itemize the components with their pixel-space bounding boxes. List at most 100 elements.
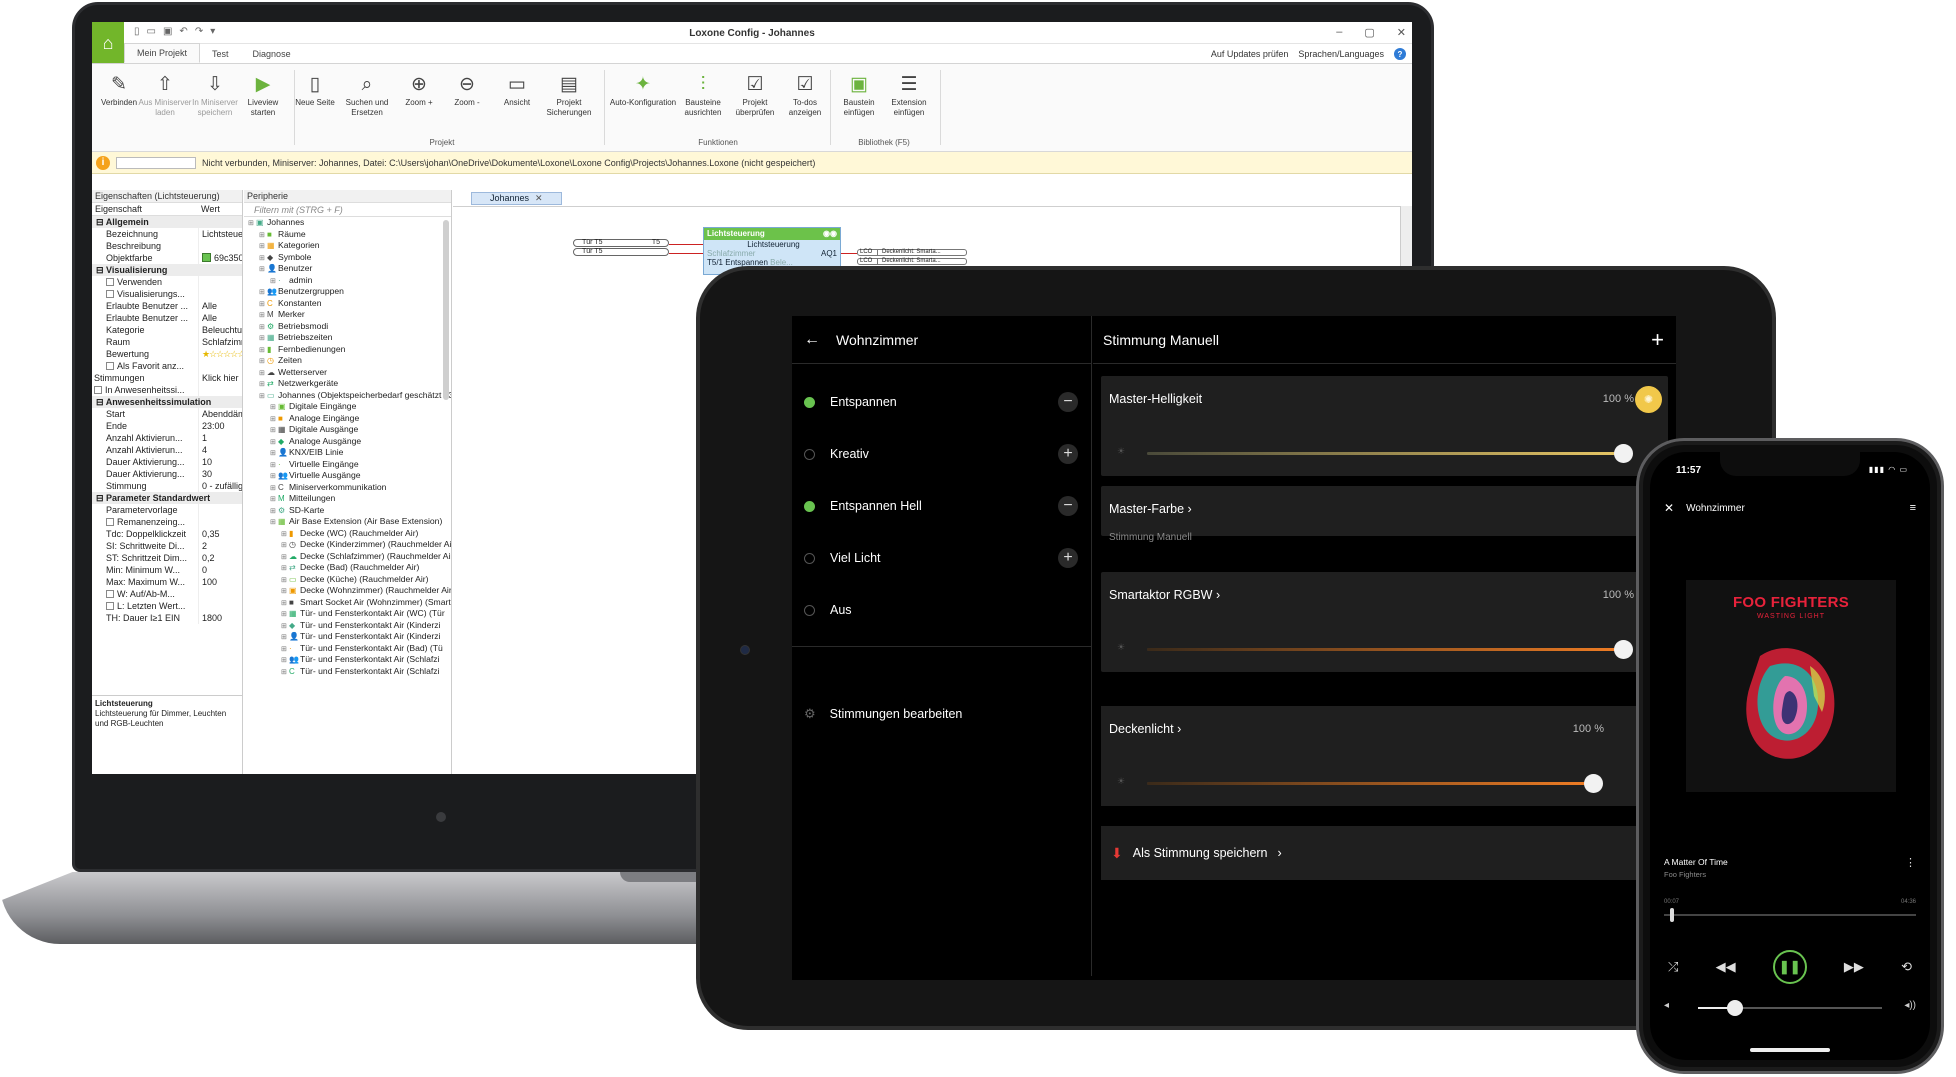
expand-icon[interactable]: ⊞ [281,552,289,563]
expand-icon[interactable]: ⊞ [281,667,289,678]
tree-item[interactable]: ⊞ · admin [244,275,451,287]
expand-icon[interactable]: ⊞ [259,299,267,310]
block-info-icon[interactable]: ◉◉ [823,228,837,240]
close-icon[interactable]: ✕ [1397,26,1406,39]
color-swatch[interactable] [202,253,211,262]
checkbox[interactable] [106,290,114,298]
tree-item[interactable]: ⊞ ▣ Decke (Wohnzimmer) (Rauchmelder Air) [244,585,451,597]
volume-knob[interactable] [1726,1000,1743,1016]
property-section[interactable]: ⊟ Parameter Standardwert [92,492,242,504]
expand-icon[interactable]: ⊞ [270,402,278,413]
expand-icon[interactable]: ⊞ [259,241,267,252]
checkbox[interactable] [106,518,114,526]
tree-item[interactable]: ⊞ ▦ Air Base Extension (Air Base Extension… [244,516,451,528]
scene-item[interactable]: Entspannen Hell − [792,480,1092,532]
zoom-in-button[interactable]: ⊕ Zoom + [392,72,446,108]
view-button[interactable]: ▭ Ansicht [490,72,544,108]
tree-item[interactable]: ⊞ 👤Tür- und Fensterkontakt Air (Kinderzi [244,631,451,643]
expand-icon[interactable]: ⊞ [270,471,278,482]
tab-test[interactable]: Test [200,45,241,63]
slider-knob[interactable] [1614,640,1633,659]
expand-icon[interactable]: ⊞ [281,540,289,551]
tree-item[interactable]: ⊞ ◷ Zeiten [244,355,451,367]
expand-icon[interactable]: ⊞ [259,287,267,298]
tree-scrollbar[interactable] [443,220,449,400]
lightbulb-icon[interactable]: ✺ [1635,386,1662,413]
checkbox[interactable] [106,362,114,370]
auto-config-button[interactable]: ✦ Auto-Konfiguration [608,72,678,108]
save-to-miniserver-button[interactable]: ⇩ In Miniserver speichern [188,72,242,118]
tree-item[interactable]: ⊞ ☁ Decke (Schlafzimmer) (Rauchmelder Air) [244,551,451,563]
property-row[interactable]: Stimmung 0 - zufällige Szene/... [92,480,242,492]
property-row[interactable]: Als Favorit anz... [92,360,242,372]
todos-button[interactable]: ☑ To-dos anzeigen [778,72,832,118]
expand-icon[interactable]: ⊞ [281,598,289,609]
zoom-out-button[interactable]: ⊖ Zoom - [440,72,494,108]
property-row[interactable]: Ende 23:00 [92,420,242,432]
expand-icon[interactable]: ⊞ [270,276,278,287]
deckenlicht-label[interactable]: Deckenlicht › [1109,722,1181,736]
expand-icon[interactable]: ⊞ [259,253,267,264]
tree-item[interactable]: ⊞ ■ Analoge Eingänge [244,413,451,425]
expand-icon[interactable]: ⊞ [259,264,267,275]
close-icon[interactable]: ✕ [1664,501,1674,515]
tree-item[interactable]: ⊞ 👤Benutzer [244,263,451,275]
tree-item[interactable]: ⊞ ▮ Fernbedienungen [244,344,451,356]
tree-item[interactable]: ⊞ C Tür- und Fensterkontakt Air (Schlafzi [244,666,451,678]
document-tab-johannes[interactable]: Johannes ✕ [471,192,562,205]
property-row[interactable]: Objektfarbe 69c350 [92,252,242,264]
property-row[interactable]: Start Abenddämmerung [92,408,242,420]
tree-item[interactable]: ⊞ ▭ Johannes (Objektspeicherbedarf geschät… [244,390,451,402]
checkbox[interactable] [106,278,114,286]
tab-mein-projekt[interactable]: Mein Projekt [124,43,201,63]
tree-item[interactable]: ⊞ C Miniserverkommunikation [244,482,451,494]
filter-input[interactable]: Filtern mit (STRG + F) [244,203,451,217]
help-icon[interactable]: ? [1394,48,1406,60]
insert-extension-button[interactable]: ☰ Extension einfügen [882,72,936,118]
load-from-miniserver-button[interactable]: ⇧ Aus Miniserver laden [138,72,192,118]
expand-icon[interactable]: ⊞ [259,333,267,344]
shuffle-icon[interactable]: ⤮ [1668,959,1678,975]
property-row[interactable]: Dauer Aktivierung... 30 [92,468,242,480]
property-section[interactable]: ⊟ Allgemein [92,216,242,228]
queue-icon[interactable]: ≡ [1910,502,1916,514]
previous-icon[interactable]: ◀◀ [1716,959,1736,975]
insert-block-button[interactable]: ▣ Baustein einfügen [832,72,886,118]
master-brightness-slider[interactable] [1147,444,1633,463]
tree-item[interactable]: ⊞ ▣ Johannes [244,217,451,229]
tree-item[interactable]: ⊞ ☁ Wetterserver [244,367,451,379]
master-color-card[interactable]: Master-Farbe › [1101,486,1668,536]
property-row[interactable]: Max: Maximum W... 100 [92,576,242,588]
tree-item[interactable]: ⊞ ▦ Betriebszeiten [244,332,451,344]
property-row[interactable]: TH: Dauer I≥1 EIN 1800 [92,612,242,624]
expand-icon[interactable]: ⊞ [281,655,289,666]
property-row[interactable]: ST: Schrittzeit Dim... 0,2 [92,552,242,564]
property-row[interactable]: Bewertung ★☆☆☆☆☆☆☆ [92,348,242,360]
expand-icon[interactable]: ⊞ [281,632,289,643]
expand-icon[interactable]: ⊞ [281,644,289,655]
tree-item[interactable]: ⊞ 👥Tür- und Fensterkontakt Air (Schlafzi [244,654,451,666]
check-project-button[interactable]: ☑ Projekt überprüfen [728,72,782,118]
property-row[interactable]: Dauer Aktivierung... 10 [92,456,242,468]
tree-item[interactable]: ⊞ ▭ Decke (Küche) (Rauchmelder Air) [244,574,451,586]
tree-item[interactable]: ⊞ ⚙ Betriebsmodi [244,321,451,333]
expand-icon[interactable]: ⊞ [270,460,278,471]
checkbox[interactable] [106,602,114,610]
expand-icon[interactable]: ⊞ [248,218,256,229]
tree-item[interactable]: ⊞ C Konstanten [244,298,451,310]
add-scene-icon[interactable]: + [1058,444,1078,464]
tree-item[interactable]: ⊞ M Merker [244,309,451,321]
tree-item[interactable]: ⊞ 👥Benutzergruppen [244,286,451,298]
tree-item[interactable]: ⊞ ▣ Digitale Eingänge [244,401,451,413]
input-connector[interactable]: Tür T5 [573,248,669,256]
tree-item[interactable]: ⊞ · Virtuelle Eingänge [244,459,451,471]
tree-item[interactable]: ⊞ ■ Smart Socket Air (Wohnzimmer) (Smart [244,597,451,609]
tab-diagnose[interactable]: Diagnose [241,45,303,63]
expand-icon[interactable]: ⊞ [281,621,289,632]
expand-icon[interactable]: ⊞ [270,425,278,436]
tree-item[interactable]: ⊞ 👥Virtuelle Ausgänge [244,470,451,482]
back-arrow-icon[interactable]: ← [804,331,820,349]
expand-icon[interactable]: ⊞ [270,483,278,494]
expand-icon[interactable]: ⊞ [259,230,267,241]
expand-icon[interactable]: ⊞ [259,310,267,321]
